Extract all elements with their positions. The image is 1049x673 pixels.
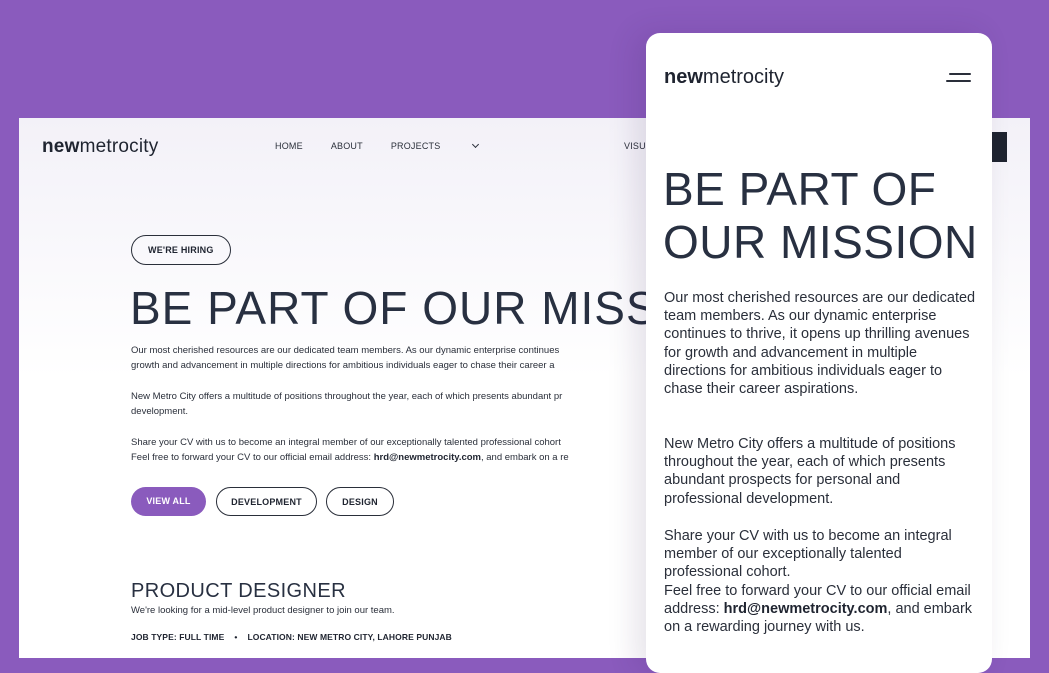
- desktop-logo[interactable]: newmetrocity: [42, 136, 158, 158]
- mobile-paragraph-2: New Metro City offers a multitude of pos…: [664, 436, 956, 507]
- nav-visual-partial[interactable]: VISU: [624, 141, 646, 151]
- intro-p1-line1: Our most cherished resources are our ded…: [131, 345, 560, 356]
- intro-paragraph-2: New Metro City offers a multitude of pos…: [131, 389, 691, 419]
- job-meta: JOB TYPE: FULL TIME • LOCATION: NEW METRO …: [131, 632, 452, 642]
- filter-view-all-button[interactable]: VIEW ALL: [131, 487, 206, 516]
- menu-bar-bottom: [946, 80, 971, 82]
- job-type: JOB TYPE: FULL TIME: [131, 632, 225, 642]
- mobile-preview: newmetrocity BE PART OF OUR MISSION Our …: [646, 33, 992, 673]
- menu-bar-top: [949, 73, 971, 75]
- logo-light-part: metrocity: [79, 136, 159, 157]
- mobile-logo[interactable]: newmetrocity: [664, 66, 784, 89]
- job-title[interactable]: PRODUCT DESIGNER: [131, 580, 346, 603]
- intro-p2-line2: development.: [131, 406, 189, 417]
- mobile-paragraph-4: Feel free to forward your CV to our offi…: [664, 582, 976, 637]
- mobile-logo-light-part: metrocity: [702, 66, 785, 88]
- mobile-paragraph-3: Share your CV with us to become an integ…: [664, 528, 952, 581]
- job-location: LOCATION: NEW METRO CITY, LAHORE PUNJAB: [247, 632, 452, 642]
- nav-about[interactable]: ABOUT: [331, 141, 363, 151]
- hamburger-menu-icon[interactable]: [946, 71, 974, 85]
- intro-paragraph-3: Share your CV with us to become an integ…: [131, 435, 691, 465]
- hiring-badge: WE'RE HIRING: [131, 235, 231, 265]
- intro-p2-line1: New Metro City offers a multitude of pos…: [131, 391, 563, 402]
- intro-p3-line2-prefix: Feel free to forward your CV to our offi…: [131, 452, 374, 463]
- mobile-logo-bold-part: new: [664, 66, 703, 88]
- desktop-nav: HOME ABOUT PROJECTS: [275, 140, 506, 151]
- nav-home[interactable]: HOME: [275, 141, 303, 151]
- mobile-paragraph-1: Our most cherished resources are our ded…: [664, 290, 976, 398]
- intro-p1-line2: growth and advancement in multiple direc…: [131, 360, 555, 371]
- mobile-title-line2: OUR MISSION: [663, 216, 978, 268]
- mobile-title-line1: BE PART OF: [663, 163, 937, 215]
- meta-separator: •: [234, 632, 238, 642]
- intro-p3-line2-suffix: , and embark on a re: [481, 452, 569, 463]
- email-link[interactable]: hrd@newmetrocity.com: [374, 452, 481, 463]
- logo-bold-part: new: [42, 136, 80, 157]
- filter-design-button[interactable]: DESIGN: [326, 487, 394, 516]
- nav-projects-label: PROJECTS: [390, 141, 441, 151]
- mobile-page-title: BE PART OF OUR MISSION: [663, 163, 983, 269]
- chevron-down-icon: [472, 140, 480, 149]
- nav-projects[interactable]: PROJECTS: [390, 140, 480, 151]
- mobile-email-link[interactable]: hrd@newmetrocity.com: [724, 601, 888, 617]
- job-description: We're looking for a mid-level product de…: [131, 605, 395, 616]
- intro-p3-line1: Share your CV with us to become an integ…: [131, 437, 561, 448]
- filter-development-button[interactable]: DEVELOPMENT: [216, 487, 317, 516]
- intro-paragraph-1: Our most cherished resources are our ded…: [131, 343, 691, 373]
